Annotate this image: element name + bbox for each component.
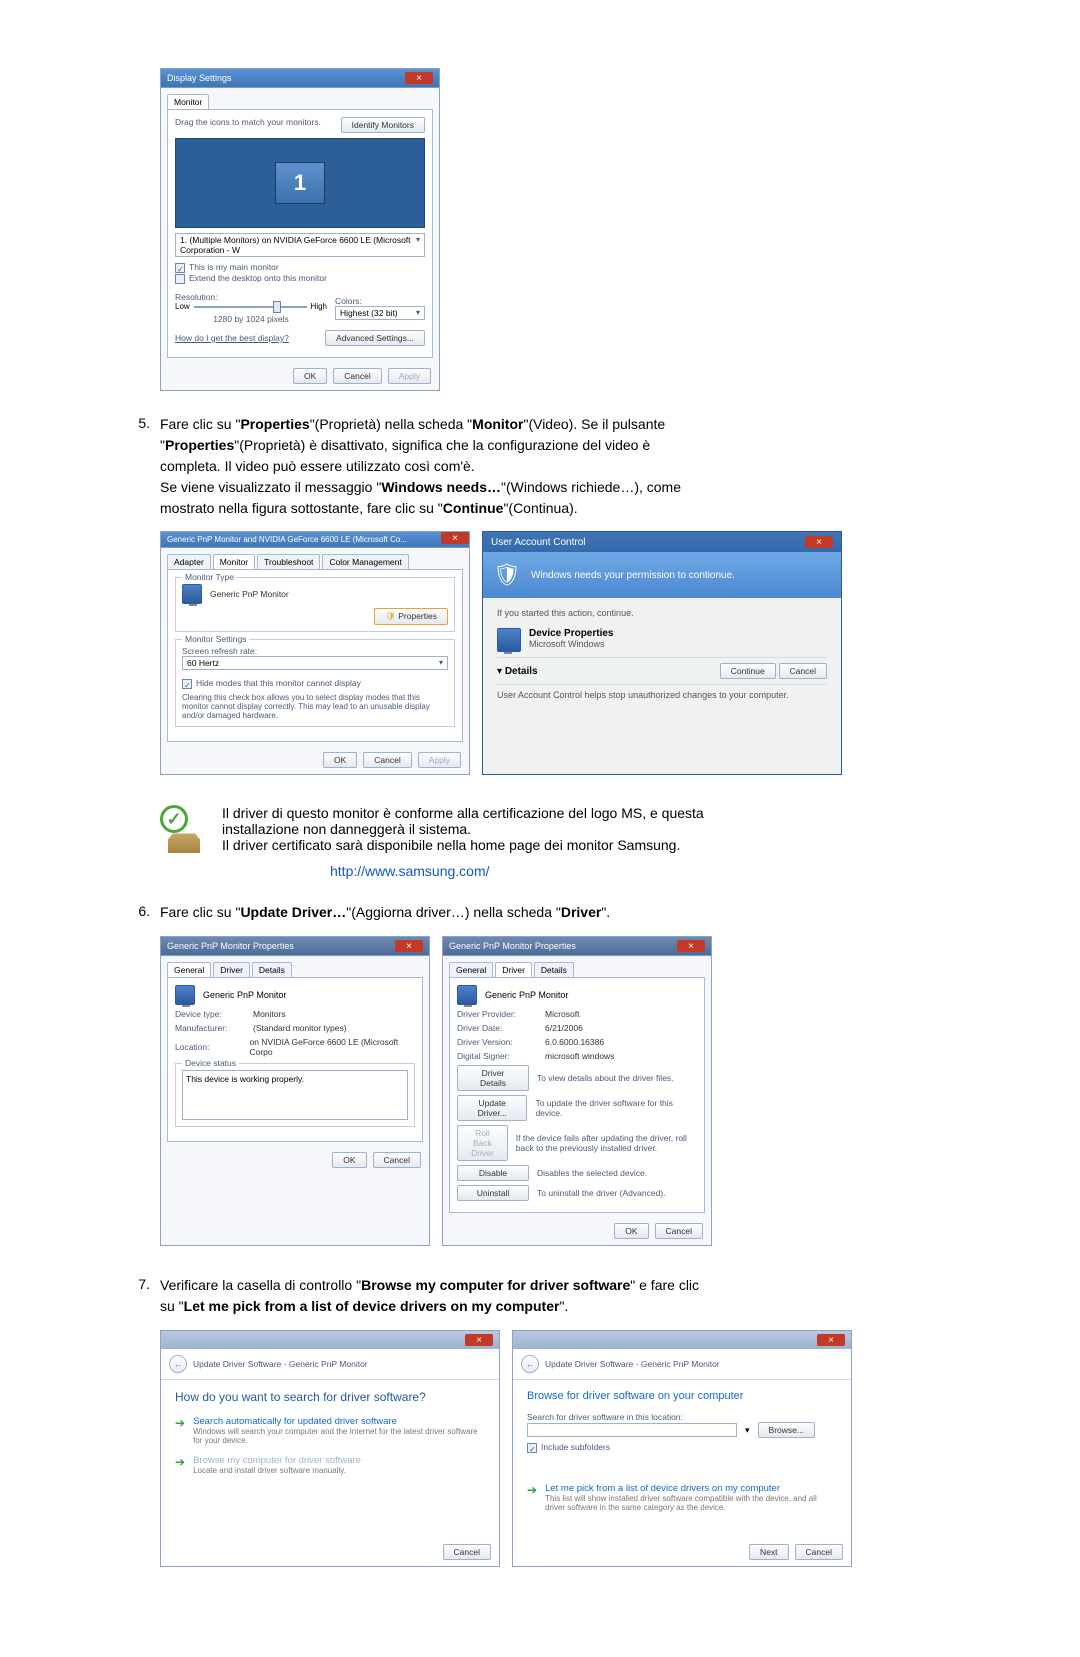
ok-button[interactable]: OK	[332, 1152, 366, 1168]
monitor-preview[interactable]: 1	[175, 138, 425, 228]
close-icon[interactable]: ×	[817, 1334, 845, 1346]
cancel-button[interactable]: Cancel	[333, 368, 381, 384]
step-6-text: Fare clic su "Update Driver…"(Aggiorna d…	[160, 903, 960, 924]
monitor-select[interactable]: 1. (Multiple Monitors) on NVIDIA GeForce…	[175, 233, 425, 257]
refresh-select[interactable]: 60 Hertz▾	[182, 656, 448, 670]
colors-select[interactable]: Highest (32 bit)▾	[335, 306, 425, 320]
checkbox-main	[175, 263, 185, 273]
close-icon[interactable]: ×	[441, 532, 469, 544]
driver-details-button[interactable]: Driver Details	[457, 1065, 529, 1091]
include-checkbox[interactable]	[527, 1443, 537, 1453]
samsung-link[interactable]: http://www.samsung.com/	[330, 863, 490, 879]
chevron-down-icon: ▾	[416, 308, 420, 318]
tab-details[interactable]: Details	[252, 962, 292, 977]
checkbox-extend	[175, 274, 185, 284]
cancel-button[interactable]: Cancel	[795, 1544, 843, 1560]
status-box: This device is working properly.	[182, 1070, 408, 1120]
hide-checkbox[interactable]	[182, 679, 192, 689]
chevron-down-icon: ▾	[745, 1425, 750, 1436]
cancel-button[interactable]: Cancel	[779, 663, 827, 679]
shield-icon: 🛡	[493, 562, 521, 588]
close-icon[interactable]: ×	[677, 940, 705, 952]
option-search-auto[interactable]: ➔ Search automatically for updated drive…	[175, 1416, 485, 1445]
browse-button[interactable]: Browse...	[758, 1422, 815, 1438]
cert-ok-icon: ✓	[160, 805, 208, 853]
monitor-icon	[457, 985, 477, 1005]
wizard-heading: Browse for driver software on your compu…	[527, 1390, 837, 1402]
apply-button: Apply	[388, 368, 431, 384]
step-number: 7.	[120, 1276, 160, 1318]
device-icon	[497, 628, 521, 652]
tab-troubleshoot[interactable]: Troubleshoot	[257, 554, 320, 569]
tab-details[interactable]: Details	[534, 962, 574, 977]
disable-button[interactable]: Disable	[457, 1165, 529, 1181]
monprops-title: Generic PnP Monitor and NVIDIA GeForce 6…	[167, 535, 407, 544]
cancel-button[interactable]: Cancel	[373, 1152, 421, 1168]
option-browse[interactable]: ➔ Browse my computer for driver software…	[175, 1455, 485, 1475]
tab-monitor[interactable]: Monitor	[167, 94, 209, 109]
monitor-1[interactable]: 1	[275, 162, 325, 204]
path-input[interactable]	[527, 1423, 737, 1437]
display-title: Display Settings	[167, 73, 232, 83]
cancel-button[interactable]: Cancel	[363, 752, 411, 768]
rollback-button: Roll Back Driver	[457, 1125, 508, 1161]
back-button[interactable]: ←	[521, 1355, 539, 1373]
cancel-button[interactable]: Cancel	[655, 1223, 703, 1239]
tab-monitor[interactable]: Monitor	[213, 554, 255, 569]
step-number: 6.	[120, 903, 160, 924]
back-button[interactable]: ←	[169, 1355, 187, 1373]
resolution-slider[interactable]: Low High	[175, 302, 327, 311]
close-icon[interactable]: ×	[465, 1334, 493, 1346]
tab-general[interactable]: General	[167, 962, 211, 977]
identify-button[interactable]: Identify Monitors	[341, 117, 425, 133]
next-button[interactable]: Next	[749, 1544, 788, 1560]
arrow-icon: ➔	[175, 1455, 185, 1469]
update-driver-button[interactable]: Update Driver...	[457, 1095, 527, 1121]
arrow-icon: ➔	[527, 1483, 537, 1497]
info-note: Il driver di questo monitor è conforme a…	[222, 805, 704, 853]
step-7-text: Verificare la casella di controllo "Brow…	[160, 1276, 960, 1318]
chevron-down-icon: ▾	[439, 658, 443, 668]
drvtab-title: Generic PnP Monitor Properties	[449, 941, 576, 951]
ok-button[interactable]: OK	[293, 368, 327, 384]
properties-button[interactable]: 🛡 Properties	[374, 608, 448, 625]
wizard-heading: How do you want to search for driver sof…	[175, 1390, 485, 1404]
cancel-button[interactable]: Cancel	[443, 1544, 491, 1560]
apply-button: Apply	[418, 752, 461, 768]
tab-driver[interactable]: Driver	[213, 962, 250, 977]
tab-color[interactable]: Color Management	[322, 554, 408, 569]
tab-general[interactable]: General	[449, 962, 493, 977]
advanced-button[interactable]: Advanced Settings...	[325, 330, 425, 346]
ok-button[interactable]: OK	[614, 1223, 648, 1239]
chevron-down-icon: ▾	[497, 666, 502, 677]
close-icon[interactable]: ×	[805, 536, 833, 548]
uac-dialog: User Account Control × 🛡 Windows needs you…	[482, 531, 842, 775]
uac-title: User Account Control	[491, 537, 586, 548]
close-icon[interactable]: ×	[395, 940, 423, 952]
arrow-icon: ➔	[175, 1416, 185, 1430]
option-let-me-pick[interactable]: ➔ Let me pick from a list of device driv…	[527, 1483, 837, 1512]
uninstall-button[interactable]: Uninstall	[457, 1185, 529, 1201]
details-expand[interactable]: ▾ Details	[497, 666, 538, 677]
continue-button[interactable]: Continue	[720, 663, 776, 679]
genprops-title: Generic PnP Monitor Properties	[167, 941, 294, 951]
ok-button[interactable]: OK	[323, 752, 357, 768]
close-icon[interactable]: ×	[405, 72, 433, 84]
tab-driver[interactable]: Driver	[495, 962, 532, 977]
help-link[interactable]: How do I get the best display?	[175, 333, 289, 343]
tab-adapter[interactable]: Adapter	[167, 554, 211, 569]
chevron-down-icon: ▾	[416, 235, 420, 255]
step-number: 5.	[120, 415, 160, 519]
uac-banner-text: Windows needs your permission to contion…	[531, 570, 735, 581]
monitor-icon	[175, 985, 195, 1005]
monitor-icon	[182, 584, 202, 604]
step-5-text: Fare clic su "Properties"(Proprietà) nel…	[160, 415, 960, 519]
